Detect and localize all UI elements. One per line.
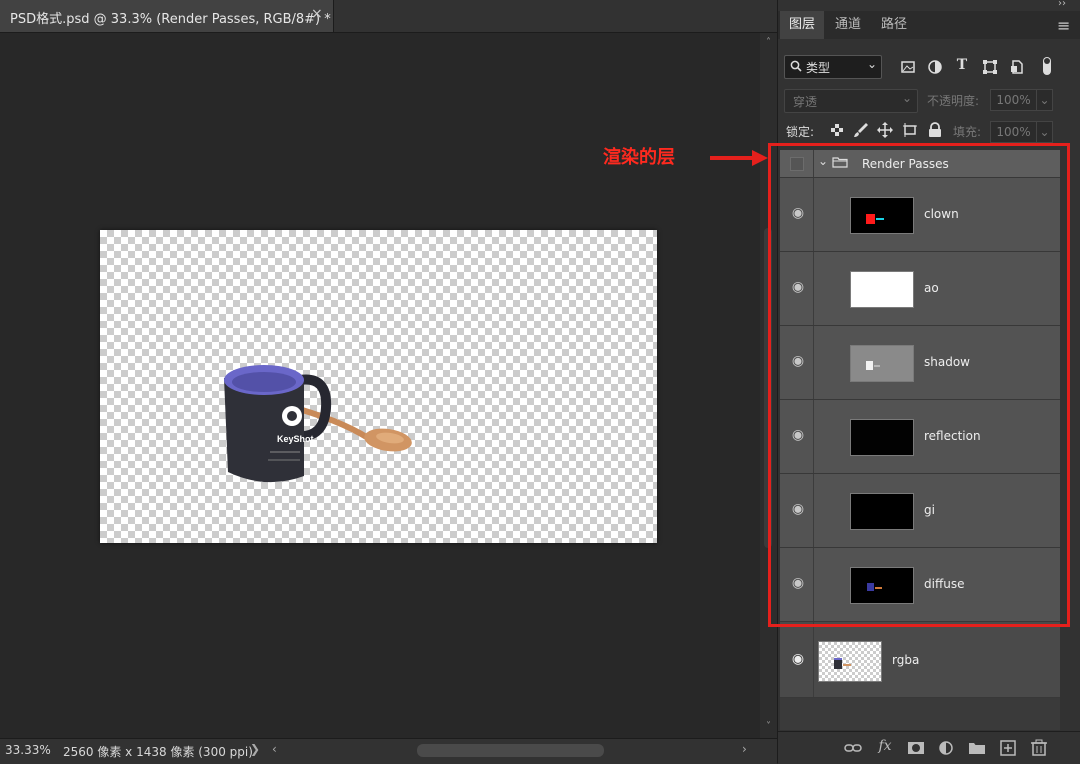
layer-filter-select[interactable]: 类型 ⌄ <box>784 55 882 79</box>
chevron-down-icon: ⌄ <box>902 91 913 105</box>
document-tab-title: PSD格式.psd @ 33.3% (Render Passes, RGB/8#… <box>10 12 331 27</box>
close-icon[interactable]: × <box>311 6 323 22</box>
document-tab-bar: PSD格式.psd @ 33.3% (Render Passes, RGB/8#… <box>0 0 777 33</box>
trash-icon[interactable] <box>1028 738 1050 758</box>
zoom-level[interactable]: 33.33% <box>5 743 51 757</box>
panel-collapse-icon[interactable]: ›› <box>1058 0 1066 9</box>
document-tab[interactable]: PSD格式.psd @ 33.3% (Render Passes, RGB/8#… <box>0 0 334 32</box>
document-canvas[interactable]: KeyShot <box>100 230 657 543</box>
scroll-down-icon[interactable]: ˅ <box>760 721 777 732</box>
adjustment-icon[interactable] <box>936 738 958 758</box>
panel-tabs: 图层 通道 路径 ≡ <box>778 11 1080 39</box>
tab-layers[interactable]: 图层 <box>780 11 824 39</box>
fill-input[interactable]: 100% <box>990 121 1037 143</box>
new-layer-icon[interactable] <box>997 738 1019 758</box>
layer-row-rgba[interactable]: ◉ rgba <box>780 622 1060 698</box>
mug-and-spoon-image: KeyShot <box>224 365 412 483</box>
lock-label: 锁定: <box>786 125 815 139</box>
layer-thumbnail <box>818 641 882 682</box>
opacity-input[interactable]: 100% <box>990 89 1037 111</box>
filter-type-icon[interactable]: T <box>952 57 972 77</box>
scroll-right-icon[interactable]: › <box>742 742 747 756</box>
status-menu-arrow-icon[interactable]: ❯ <box>250 742 260 756</box>
lock-artboard-icon[interactable] <box>901 121 919 139</box>
filter-adjustment-icon[interactable] <box>925 57 945 77</box>
fill-label: 填充: <box>953 125 982 139</box>
blend-mode-select[interactable]: 穿透 ⌄ <box>784 89 918 113</box>
panel-menu-icon[interactable]: ≡ <box>1057 16 1070 35</box>
blend-mode-value: 穿透 <box>793 95 818 109</box>
filter-pixel-icon[interactable] <box>898 57 918 77</box>
document-info: 2560 像素 x 1438 像素 (300 ppi) <box>63 745 253 759</box>
eye-icon[interactable]: ◉ <box>786 651 810 667</box>
row-divider <box>813 622 814 697</box>
lock-all-icon[interactable] <box>926 121 944 139</box>
rgba-pass-preview <box>834 658 851 669</box>
horizontal-scroll-thumb[interactable] <box>417 744 604 757</box>
scroll-up-icon[interactable]: ˄ <box>760 37 777 48</box>
folder-icon[interactable] <box>966 738 988 758</box>
filter-toggle-icon[interactable] <box>1042 56 1052 76</box>
mask-icon[interactable] <box>905 738 927 758</box>
annotation-arrow-icon <box>710 150 768 166</box>
filter-label: 类型 <box>806 61 831 75</box>
search-icon <box>790 60 802 72</box>
tab-channels[interactable]: 通道 <box>826 11 870 39</box>
tab-paths[interactable]: 路径 <box>872 11 916 39</box>
mug-logo-text: KeyShot <box>277 434 314 444</box>
chevron-down-icon[interactable]: ⌄ <box>1036 121 1053 143</box>
chevron-down-icon: ⌄ <box>867 57 878 71</box>
link-icon[interactable] <box>842 738 864 758</box>
annotation-highlight-box <box>768 143 1070 627</box>
chevron-down-icon[interactable]: ⌄ <box>1036 89 1053 111</box>
filter-smart-object-icon[interactable] <box>1007 57 1027 77</box>
layers-bottom-toolbar: fx <box>778 731 1080 764</box>
lock-position-move-icon[interactable] <box>876 121 894 139</box>
scroll-left-icon[interactable]: ‹ <box>272 742 277 756</box>
status-bar: 33.33% 2560 像素 x 1438 像素 (300 ppi) ❯ ‹ › <box>0 738 777 764</box>
lock-pixels-brush-icon[interactable] <box>852 121 870 139</box>
layer-name: rgba <box>892 653 920 667</box>
filter-shape-icon[interactable] <box>980 57 1000 77</box>
opacity-label: 不透明度: <box>927 94 980 108</box>
fx-icon[interactable]: fx <box>874 738 896 758</box>
lock-transparent-icon[interactable] <box>828 121 846 139</box>
annotation-label: 渲染的层 <box>603 147 675 168</box>
